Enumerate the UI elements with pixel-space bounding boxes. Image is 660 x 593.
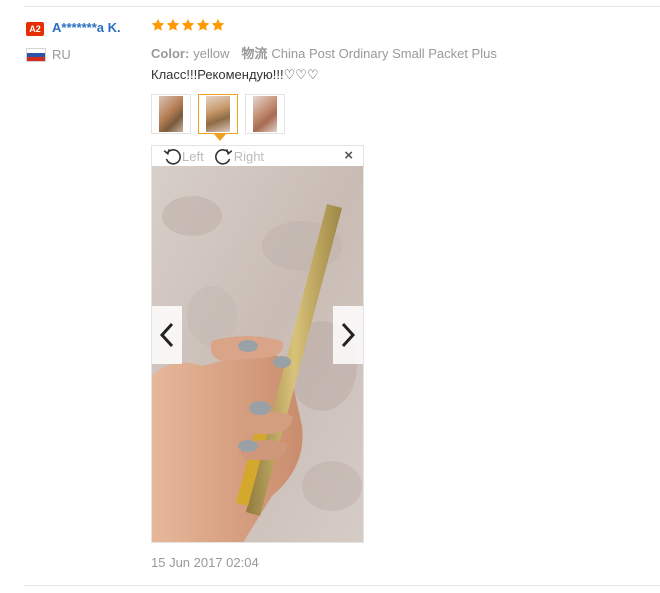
- review-thumbnail-selected[interactable]: [198, 94, 238, 134]
- shipping-label: 物流: [241, 46, 268, 61]
- order-attributes: Color: yellow 物流 China Post Ordinary Small …: [151, 43, 497, 62]
- review-text: Класс!!!Рекомендую!!!♡♡♡: [151, 67, 319, 82]
- reviewer-name[interactable]: A*******a K.: [52, 20, 121, 35]
- top-divider: [24, 6, 660, 7]
- buyer-level-badge: A2: [26, 22, 44, 36]
- rotate-left-button[interactable]: Left: [162, 146, 204, 166]
- star-icon: [196, 18, 210, 31]
- selected-thumbnail-pointer: [214, 134, 226, 141]
- review-thumbnail[interactable]: [245, 94, 285, 134]
- close-viewer-button[interactable]: ×: [344, 147, 353, 164]
- star-icon: [181, 18, 195, 31]
- color-label: Color:: [151, 46, 190, 61]
- shipping-value: China Post Ordinary Small Packet Plus: [271, 46, 497, 61]
- viewer-toolbar: Left Right ×: [152, 146, 363, 166]
- star-icon: [166, 18, 180, 31]
- rotate-right-label: Right: [233, 148, 265, 164]
- chevron-left-icon: [159, 322, 174, 348]
- review-thumbnail[interactable]: [151, 94, 191, 134]
- color-value: yellow: [193, 46, 230, 61]
- star-rating: [151, 18, 225, 32]
- star-icon: [151, 18, 165, 31]
- review-date: 15 Jun 2017 02:04: [151, 555, 259, 570]
- russia-flag-icon: [26, 48, 46, 62]
- chevron-right-icon: [341, 322, 356, 348]
- image-viewer: Left Right ×: [151, 145, 364, 543]
- previous-image-button[interactable]: [152, 306, 182, 364]
- rotate-right-button[interactable]: Right: [214, 146, 264, 166]
- rotate-right-icon: [214, 149, 232, 165]
- rotate-left-icon: [163, 149, 181, 165]
- reviewer-country: RU: [52, 47, 71, 62]
- bottom-divider: [24, 585, 660, 586]
- star-icon: [211, 18, 225, 31]
- next-image-button[interactable]: [333, 306, 363, 364]
- rotate-left-label: Left: [182, 148, 204, 164]
